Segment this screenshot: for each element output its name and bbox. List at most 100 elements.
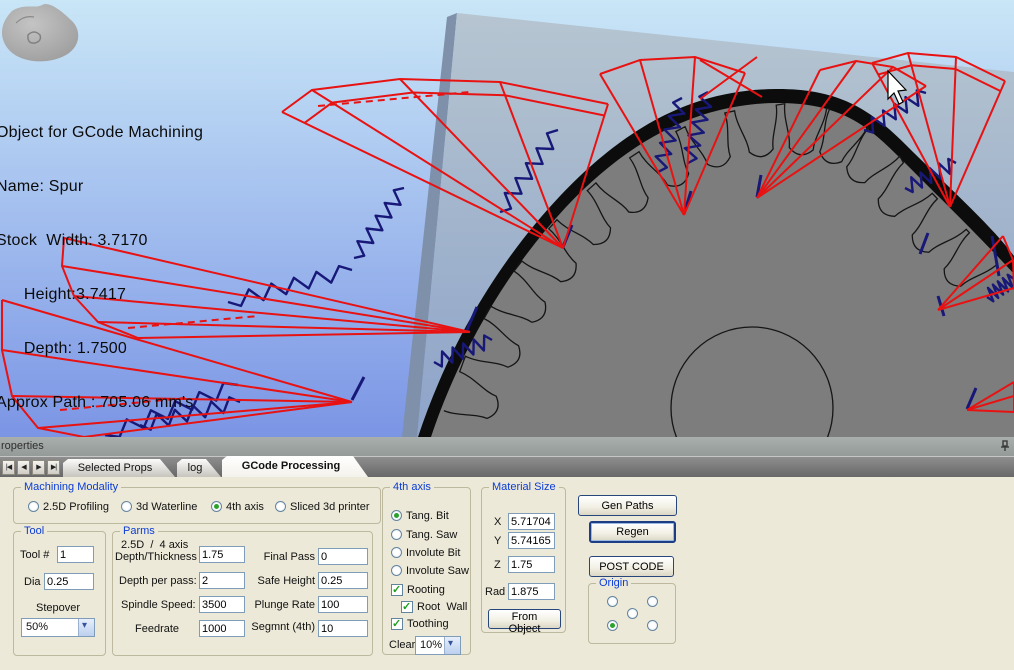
spindle-speed-label: Spindle Speed: [121,599,196,611]
tool-number-label: Tool # [20,549,49,561]
clear-select[interactable]: 10% [415,636,461,655]
segment-4th-label: Segmnt (4th) [247,621,315,633]
radio-25d-profiling[interactable] [28,501,39,512]
overlay-line: Height:3.7417 [0,286,203,304]
material-y-field[interactable] [508,532,555,549]
radio-sliced-3d-printer[interactable] [275,501,286,512]
checkbox-root-wall-label: Root Wall [417,601,467,613]
feedrate-field[interactable] [199,620,245,637]
overlay-line: Object for GCode Machining [0,124,203,142]
origin-radio-center[interactable] [627,608,638,619]
origin-group: Origin [588,583,676,644]
radio-involute-saw[interactable] [391,565,402,576]
fourth-axis-group-title: 4th axis [390,481,434,493]
machining-modality-title: Machining Modality [21,481,121,493]
plunge-rate-field[interactable] [318,596,368,613]
safe-height-label: Safe Height [253,575,315,587]
origin-radio-top-left[interactable] [607,596,618,607]
gcode-machining-app: Object for GCode Machining Name: Spur St… [0,0,1014,670]
machining-modality-group: Machining Modality 2.5D Profiling 3d Wat… [13,487,381,524]
radio-4th-axis[interactable] [211,501,222,512]
radio-involute-saw-label: Involute Saw [406,565,469,577]
material-rad-field[interactable] [508,583,555,600]
stepover-label: Stepover [36,602,80,614]
tab-nav-last-icon[interactable]: ▶| [47,460,60,475]
radio-tang-bit[interactable] [391,510,402,521]
segment-4th-field[interactable] [318,620,368,637]
overlay-line: Approx Path : 705.06 mm's [0,394,203,412]
depth-thickness-field[interactable] [199,546,245,563]
dia-label: Dia [24,576,41,588]
pin-icon[interactable] [1000,440,1011,452]
final-pass-label: Final Pass [253,551,315,563]
radio-tang-saw[interactable] [391,529,402,540]
final-pass-field[interactable] [318,548,368,565]
parms-group-title: Parms [120,525,158,537]
post-code-button[interactable]: POST CODE [589,556,674,577]
radio-involute-bit[interactable] [391,547,402,558]
checkbox-toothing-label: Toothing [407,618,449,630]
radio-4th-axis-label: 4th axis [226,501,264,513]
radio-3d-waterline[interactable] [121,501,132,512]
gen-paths-button[interactable]: Gen Paths [578,495,677,516]
material-size-group-title: Material Size [489,481,559,493]
overlay-line: Depth: 1.7500 [0,340,203,358]
clear-value: 10% [420,639,442,651]
origin-radio-top-right[interactable] [647,596,658,607]
stepover-select[interactable]: 50% [21,618,95,637]
checkbox-toothing[interactable] [391,618,403,630]
radio-25d-profiling-label: 2.5D Profiling [43,501,109,513]
radio-3d-waterline-label: 3d Waterline [136,501,197,513]
radio-tang-saw-label: Tang. Saw [406,529,457,541]
tool-group: Tool Tool # Dia Stepover 50% [13,531,106,656]
safe-height-field[interactable] [318,572,368,589]
material-y-label: Y [494,535,501,547]
properties-title: roperties [1,437,44,456]
tab-selected-props[interactable]: Selected Props [63,459,175,477]
material-rad-label: Rad [485,586,505,598]
material-size-group: Material Size X Y Z Rad From Object [481,487,566,633]
clear-label: Clear [389,639,415,651]
tab-nav-first-icon[interactable]: |◀ [2,460,15,475]
tab-strip: |◀ ◀ ▶ ▶| Selected Props log GCode Proce… [0,456,1014,477]
viewport-3d[interactable]: Object for GCode Machining Name: Spur St… [0,0,1014,437]
checkbox-root-wall[interactable] [401,601,413,613]
feedrate-label: Feedrate [135,623,179,635]
radio-tang-bit-label: Tang. Bit [406,510,449,522]
spindle-speed-field[interactable] [199,596,245,613]
origin-radio-bottom-left[interactable] [607,620,618,631]
machining-info-overlay: Object for GCode Machining Name: Spur St… [0,88,203,437]
regen-button[interactable]: Regen [589,521,676,543]
depth-per-pass-label: Depth per pass: [119,575,197,587]
tab-nav-next-icon[interactable]: ▶ [32,460,45,475]
overlay-line: Name: Spur [0,178,203,196]
origin-radio-bottom-right[interactable] [647,620,658,631]
gcode-processing-panel: Machining Modality 2.5D Profiling 3d Wat… [0,477,1014,670]
depth-per-pass-field[interactable] [199,572,245,589]
fourth-axis-group: 4th axis Tang. Bit Tang. Saw Involute Bi… [382,487,471,655]
tab-nav-prev-icon[interactable]: ◀ [17,460,30,475]
overlay-line: Stock Width: 3.7170 [0,232,203,250]
depth-thickness-label-line1: 2.5D / 4 axis [121,539,188,551]
from-object-button[interactable]: From Object [488,609,561,629]
stepover-dropdown-arrow-icon[interactable] [78,619,94,636]
clear-dropdown-arrow-icon[interactable] [444,637,460,654]
tool-group-title: Tool [21,525,47,537]
plunge-rate-label: Plunge Rate [253,599,315,611]
checkbox-rooting-label: Rooting [407,584,445,596]
dia-field[interactable] [44,573,94,590]
properties-titlebar: roperties [0,437,1014,456]
radio-sliced-3d-printer-label: Sliced 3d printer [290,501,370,513]
material-z-label: Z [494,559,501,571]
radio-involute-bit-label: Involute Bit [406,547,460,559]
depth-thickness-label-line2: Depth/Thickness [115,551,197,563]
material-x-field[interactable] [508,513,555,530]
origin-group-title: Origin [596,577,631,589]
checkbox-rooting[interactable] [391,584,403,596]
tab-gcode-processing[interactable]: GCode Processing [222,456,368,477]
material-z-field[interactable] [508,556,555,573]
tab-log[interactable]: log [177,459,221,477]
stepover-value: 50% [26,621,48,633]
tool-number-field[interactable] [57,546,94,563]
material-x-label: X [494,516,501,528]
